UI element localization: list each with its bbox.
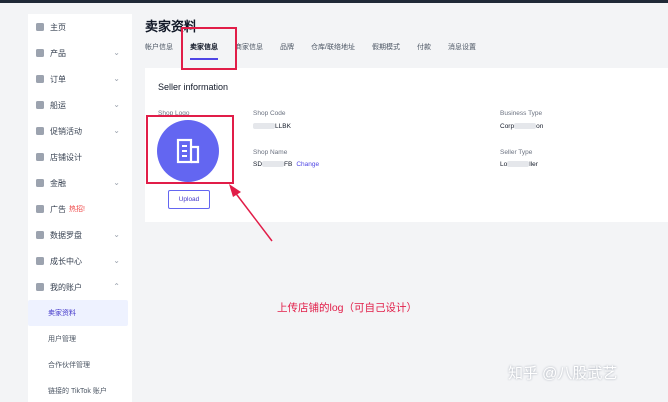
annotation-text: 上传店铺的log（可自己设计） <box>277 302 418 314</box>
watermark: 知乎 @八股武艺 <box>508 365 618 382</box>
annotation-arrow <box>229 184 273 242</box>
